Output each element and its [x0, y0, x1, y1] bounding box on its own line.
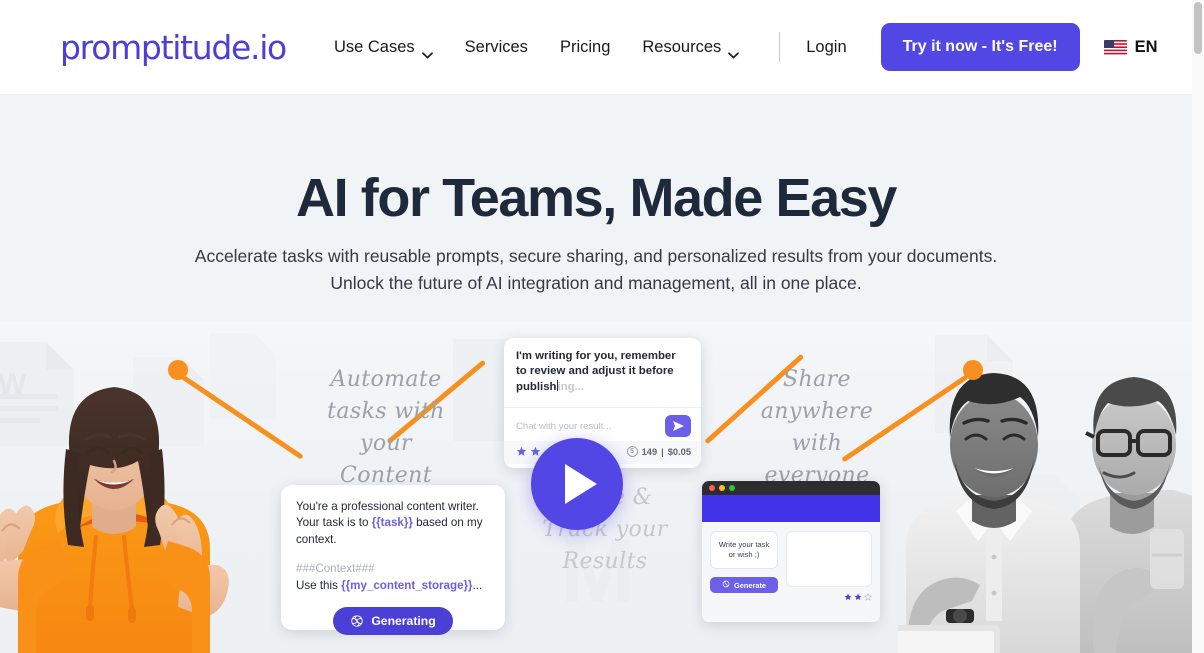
nav-label: Pricing	[559, 37, 611, 56]
chat-message: I'm writing for you, remember to review …	[516, 349, 689, 395]
star-icon	[854, 593, 862, 601]
logo-dot: .	[249, 27, 261, 67]
generating-button-wrap: Generating	[296, 607, 490, 636]
scrollbar-thumb[interactable]	[1194, 2, 1202, 54]
nav-item-services[interactable]: Services	[449, 28, 544, 67]
browser-hero-banner	[702, 495, 880, 522]
header-divider	[779, 32, 781, 62]
handwriting-share: Share anywhere with everyone	[760, 367, 874, 488]
generating-button[interactable]: Generating	[333, 607, 453, 636]
main-navigation: Use Cases Services Pricing Resources	[318, 28, 755, 67]
browser-titlebar	[702, 481, 880, 495]
hero-section: AI for Teams, Made Easy Accelerate tasks…	[0, 94, 1192, 322]
photo-people-right	[890, 333, 1192, 653]
site-logo[interactable]: promptitude. io	[60, 27, 287, 67]
prompt-context-block: ###Context### Use this {{my_content_stor…	[296, 561, 490, 594]
openai-logo-icon	[350, 614, 364, 628]
send-icon[interactable]	[665, 415, 691, 438]
hero-subtitle-line1: Accelerate tasks with reusable prompts, …	[194, 246, 998, 267]
language-code: EN	[1134, 37, 1158, 56]
chat-input-placeholder: Chat with your result...	[516, 420, 612, 432]
chat-message-typed: I'm writing for you, remember to review …	[516, 350, 676, 393]
generating-button-label: Generating	[371, 614, 436, 629]
browser-task-input[interactable]: Write your task or wish ;)	[710, 531, 778, 569]
token-usage: $ 149 | $0.05	[626, 446, 691, 458]
hero-subtitle-line2: Unlock the future of AI integration and …	[330, 272, 862, 293]
chat-input-row[interactable]: Chat with your result...	[504, 408, 701, 441]
prompt-context-header: ###Context###	[296, 562, 375, 576]
chevron-down-icon	[728, 45, 740, 59]
token-separator: |	[661, 446, 664, 457]
browser-mockup: Write your task or wish ;) Generate	[702, 481, 880, 622]
nav-label: Services	[464, 37, 528, 56]
browser-result-panel	[786, 531, 872, 587]
chevron-down-icon	[421, 45, 433, 59]
prompt-variable-storage: {{my_content_storage}}	[341, 578, 473, 592]
logo-text: promptitude	[60, 27, 251, 67]
traffic-light-maximize-icon[interactable]	[729, 485, 735, 491]
browser-rating-stars[interactable]	[786, 593, 872, 601]
traffic-light-close-icon[interactable]	[709, 485, 715, 491]
star-icon	[864, 593, 872, 601]
prompt-template-card: You're a professional content writer. Yo…	[281, 485, 505, 636]
site-header: promptitude. io Use Cases Services Pricin…	[0, 0, 1192, 94]
openai-logo-icon	[722, 580, 730, 590]
page-root: promptitude. io Use Cases Services Pricin…	[0, 0, 1204, 653]
browser-left-column: Write your task or wish ;) Generate	[710, 531, 778, 622]
photo-person-left	[0, 353, 238, 653]
play-video-button[interactable]	[531, 438, 623, 530]
browser-right-column	[786, 531, 872, 622]
try-it-now-button[interactable]: Try it now - It's Free!	[880, 23, 1080, 71]
hero-subtitle: Accelerate tasks with reusable prompts, …	[156, 243, 1036, 296]
login-link[interactable]: Login	[802, 30, 850, 65]
star-icon	[516, 446, 527, 456]
traffic-light-minimize-icon[interactable]	[719, 485, 725, 491]
token-cost: $0.05	[667, 446, 691, 457]
page-title: AI for Teams, Made Easy	[295, 168, 897, 228]
nav-item-use-cases[interactable]: Use Cases	[318, 28, 449, 67]
chat-message-ghost: ing...	[557, 380, 585, 393]
nav-label: Resources	[642, 37, 722, 56]
chat-card-body: I'm writing for you, remember to review …	[504, 338, 701, 401]
nav-item-resources[interactable]: Resources	[626, 28, 755, 67]
logo-suffix: io	[259, 27, 287, 67]
nav-item-pricing[interactable]: Pricing	[544, 28, 626, 67]
browser-generate-button[interactable]: Generate	[710, 577, 778, 593]
hero-illustration: W M Automate tasks with your Content Sha…	[0, 322, 1192, 653]
browser-content: Write your task or wish ;) Generate	[702, 522, 880, 622]
play-icon	[565, 464, 597, 504]
coin-icon: $	[626, 446, 638, 458]
handwriting-automate: Automate tasks with your Content	[327, 367, 445, 488]
prompt-variable-task: {{task}}	[371, 516, 413, 530]
nav-label: Use Cases	[333, 37, 415, 56]
prompt-line2-b: ...	[472, 578, 483, 592]
browser-generate-label: Generate	[733, 580, 767, 590]
us-flag-icon	[1103, 39, 1127, 55]
prompt-line2-a: Use this	[296, 578, 342, 592]
scrollbar-track[interactable]	[1192, 0, 1204, 653]
token-count: 149	[641, 446, 658, 457]
prompt-body: You're a professional content writer. Yo…	[296, 499, 490, 548]
rating-stars[interactable]	[516, 446, 541, 457]
star-icon	[844, 593, 852, 601]
language-selector[interactable]: EN	[1103, 37, 1158, 57]
